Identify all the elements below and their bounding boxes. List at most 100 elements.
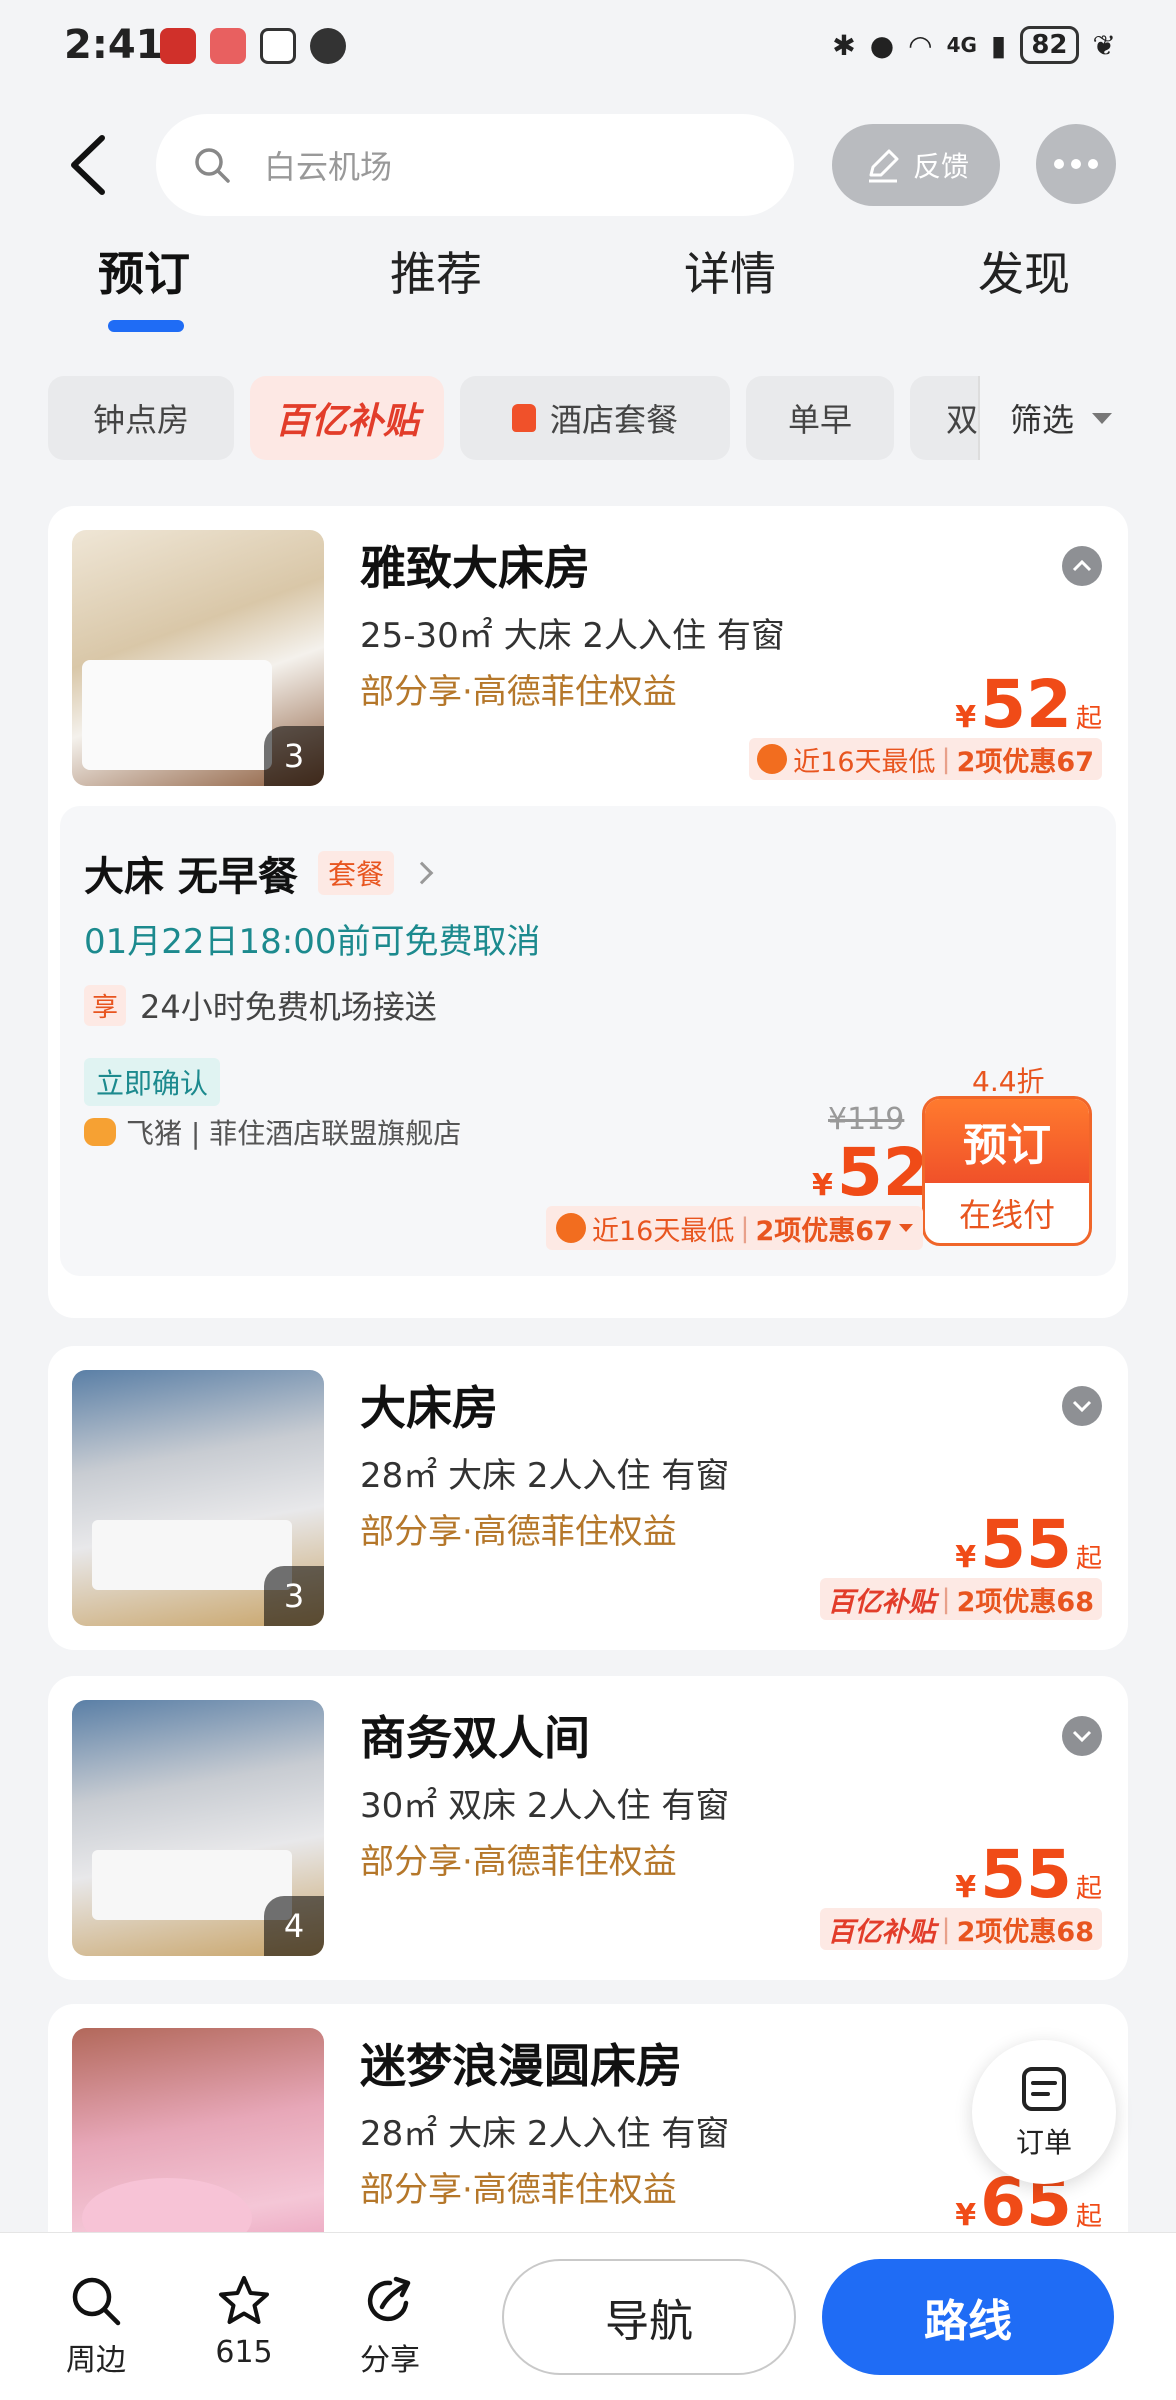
search-input[interactable]: 白云机场 [156, 114, 794, 216]
discount-rate: 4.4折 [972, 1065, 1045, 1098]
currency-symbol: ¥ [955, 2198, 977, 2233]
room-photo[interactable]: 4 [72, 1700, 324, 1956]
room-price: ¥ 55 起 [955, 1512, 1102, 1578]
filter-button[interactable]: 筛选 [978, 376, 1176, 460]
chevron-right-icon [410, 861, 434, 885]
battery-level: 82 [1020, 26, 1079, 64]
package-price-value: 52 [836, 1134, 929, 1211]
room-title: 雅致大床房 [360, 541, 590, 595]
system-icons: ✱ ● ◠ 4G ▮ 82 ❦ [832, 26, 1116, 64]
package-title-row[interactable]: 大床 无早餐 套餐 [84, 844, 434, 902]
room-card[interactable]: 4 商务双人间 30㎡ 双床 2人入住 有窗 部分享·高德菲住权益 ¥ 55 起… [48, 1676, 1128, 1980]
deal-badge: 近16天最低 | 2项优惠67 [749, 738, 1102, 780]
navigate-button[interactable]: 导航 [502, 2259, 796, 2375]
currency-symbol: ¥ [955, 1540, 977, 1575]
seller-name: 飞猪 | 菲住酒店联盟旗舰店 [126, 1117, 462, 1150]
tab-details[interactable]: 详情 [684, 238, 776, 304]
expand-button[interactable] [1062, 1386, 1102, 1426]
room-title: 商务双人间 [360, 1711, 590, 1765]
room-price: ¥ 55 起 [955, 1842, 1102, 1908]
status-time: 2:41 [64, 22, 164, 68]
fire-icon [757, 744, 788, 774]
location-icon: ● [869, 28, 895, 62]
app-notification-icon [210, 28, 246, 64]
deal-discount: 2项优惠68 [956, 1586, 1094, 1618]
tab-bar: 预订 推荐 详情 发现 [0, 238, 1176, 338]
price-from: 起 [1075, 1544, 1102, 1574]
back-button[interactable] [62, 130, 122, 200]
collapse-button[interactable] [1062, 546, 1102, 586]
chip-hotel-package-label: 酒店套餐 [549, 401, 678, 439]
favorite-button[interactable]: 615 [184, 2273, 304, 2370]
share-button[interactable]: 分享 [330, 2273, 450, 2379]
search-icon [195, 148, 230, 183]
deal-lowest: 近16天最低 [592, 1215, 735, 1247]
tab-booking[interactable]: 预订 [98, 238, 190, 304]
photo-count: 4 [264, 1896, 324, 1956]
package-option[interactable]: 大床 无早餐 套餐 01月22日18:00前可免费取消 享 24小时免费机场接送… [60, 806, 1116, 1276]
share-icon [367, 2276, 411, 2322]
chip-hotel-package[interactable]: 酒店套餐 [460, 376, 730, 460]
chip-single-breakfast[interactable]: 单早 [746, 376, 894, 460]
currency-symbol: ¥ [955, 700, 977, 735]
tab-discover[interactable]: 发现 [978, 238, 1070, 304]
more-button[interactable] [1036, 124, 1116, 204]
star-icon [219, 2276, 269, 2324]
share-label: 分享 [360, 2343, 420, 2378]
subsidy-brand: 百亿补贴 [827, 1916, 936, 1948]
room-photo[interactable]: 3 [72, 1370, 324, 1626]
pay-online-label: 在线付 [958, 1196, 1055, 1234]
more-dots-icon [1088, 159, 1098, 169]
room-perk: 部分享·高德菲住权益 [360, 1512, 677, 1552]
edit-icon [868, 149, 899, 183]
signal-icon: ▮ [990, 28, 1007, 62]
tab-recommend[interactable]: 推荐 [390, 238, 482, 304]
package-price: ¥ 52 [812, 1140, 929, 1206]
free-cancel-text: 01月22日18:00前可免费取消 [84, 922, 541, 962]
nearby-button[interactable]: 周边 [36, 2273, 156, 2379]
room-perk: 部分享·高德菲住权益 [360, 1842, 677, 1882]
package-deal-badge[interactable]: 近16天最低 | 2项优惠67 [546, 1206, 923, 1250]
deal-badge: 百亿补贴 | 2项优惠68 [819, 1578, 1102, 1620]
route-button[interactable]: 路线 [822, 2259, 1114, 2375]
original-price: ¥119 [828, 1102, 905, 1137]
search-icon [72, 2277, 121, 2326]
benefit-row: 享 24小时免费机场接送 [84, 982, 437, 1028]
deal-discount: 2项优惠67 [956, 746, 1094, 778]
bluetooth-icon: ✱ [832, 28, 856, 62]
feedback-label: 反馈 [912, 150, 969, 183]
order-button[interactable]: 订单 [972, 2040, 1116, 2184]
chip-hourly-room[interactable]: 钟点房 [48, 376, 234, 460]
package-tag: 套餐 [317, 851, 394, 895]
expand-button[interactable] [1062, 1716, 1102, 1756]
more-dots-icon [1071, 159, 1081, 169]
bottom-action-bar: 周边 615 分享 导航 路线 [0, 2232, 1176, 2400]
seller-row: 飞猪 | 菲住酒店联盟旗舰店 [84, 1112, 461, 1152]
subsidy-brand: 百亿补贴 [827, 1586, 936, 1618]
room-spec: 30㎡ 双床 2人入住 有窗 [360, 1786, 730, 1826]
book-label: 预订 [925, 1099, 1089, 1183]
room-photo[interactable]: 3 [72, 530, 324, 786]
more-dots-icon [1054, 159, 1064, 169]
deal-discount: 2项优惠67 [755, 1215, 893, 1247]
feedback-button[interactable]: 反馈 [832, 124, 1000, 206]
room-card[interactable]: 3 大床房 28㎡ 大床 2人入住 有窗 部分享·高德菲住权益 ¥ 55 起 百… [48, 1346, 1128, 1650]
price-value: 55 [980, 1836, 1072, 1913]
bed-shape [92, 1520, 292, 1590]
benefit-text: 24小时免费机场接送 [140, 988, 437, 1026]
deal-discount: 2项优惠68 [956, 1916, 1094, 1948]
instant-confirm-badge: 立即确认 [84, 1058, 221, 1106]
price-from: 起 [1075, 704, 1102, 734]
chip-subsidy[interactable]: 百亿补贴 [250, 376, 444, 460]
alarm-icon [310, 28, 346, 64]
chevron-up-icon [1072, 559, 1092, 572]
order-list-icon [1022, 2067, 1066, 2111]
nfc-icon [260, 28, 296, 64]
order-label: 订单 [1015, 2126, 1072, 2159]
room-card[interactable]: 3 雅致大床房 25-30㎡ 大床 2人入住 有窗 部分享·高德菲住权益 ¥ 5… [48, 506, 1128, 1318]
active-tab-indicator [108, 320, 184, 332]
benefit-tag: 享 [84, 984, 127, 1026]
room-title: 大床房 [360, 1381, 498, 1435]
book-button[interactable]: 预订 在线付 [922, 1096, 1092, 1246]
room-price: ¥ 52 起 [955, 672, 1102, 738]
